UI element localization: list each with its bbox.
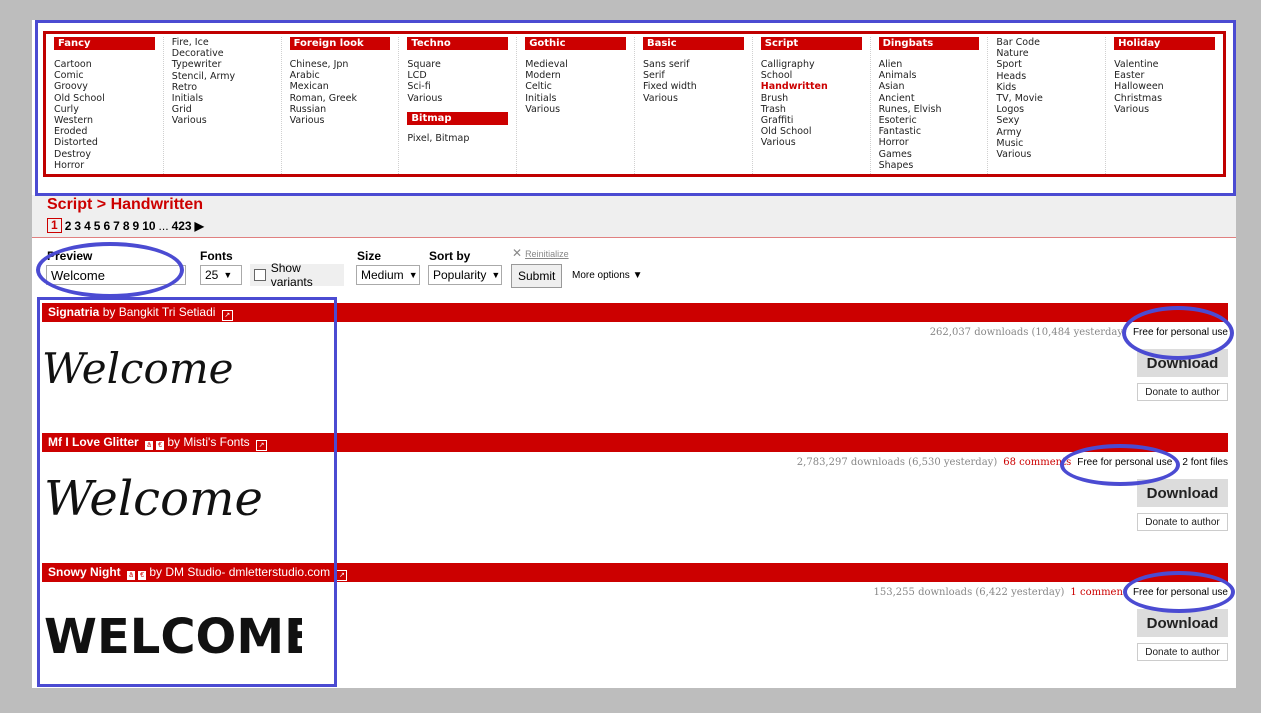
sort-label: Sort by: [429, 249, 471, 263]
sort-select-value: Popularity: [433, 268, 487, 282]
more-options-link[interactable]: More options ▼: [572, 270, 643, 281]
annotation-box-samples: [37, 297, 337, 687]
dropdown-triangle-icon: ▼: [491, 270, 501, 280]
size-select-value: Medium: [361, 268, 404, 282]
download-button[interactable]: Download: [1137, 479, 1228, 507]
page-link[interactable]: 6: [103, 219, 110, 233]
page-current: 1: [47, 218, 62, 233]
donate-button[interactable]: Donate to author: [1137, 643, 1228, 661]
download-count: 2,783,297 downloads (6,530 yesterday): [796, 457, 998, 468]
page-link[interactable]: 9: [133, 219, 140, 233]
page-link[interactable]: 7: [113, 219, 120, 233]
fonts-label: Fonts: [200, 249, 233, 263]
comments-link[interactable]: 1 comment: [1070, 587, 1127, 598]
page-link-last[interactable]: 423: [172, 219, 192, 233]
reinitialize-label: Reinitialize: [525, 249, 569, 259]
page-ellipsis: ...: [158, 218, 169, 233]
donate-button[interactable]: Donate to author: [1137, 383, 1228, 401]
page-link[interactable]: 4: [84, 219, 91, 233]
next-page-icon[interactable]: ▶: [195, 219, 204, 233]
sort-select[interactable]: Popularity ▼: [428, 265, 502, 285]
page-link[interactable]: 3: [74, 219, 81, 233]
pagination: 1 2 3 4 5 6 7 8 9 10 ... 423 ▶: [47, 218, 204, 233]
font-files-count: - 2 font files: [1176, 457, 1228, 468]
annotation-oval-license: [1123, 571, 1235, 613]
close-icon: ✕: [512, 246, 523, 260]
page-link[interactable]: 10: [142, 219, 155, 233]
fonts-select[interactable]: 25 ▼: [200, 265, 242, 285]
size-select[interactable]: Medium ▼: [356, 265, 420, 285]
show-variants-toggle[interactable]: Show variants: [250, 261, 344, 289]
download-button[interactable]: Download: [1137, 609, 1228, 637]
submit-button[interactable]: Submit: [511, 264, 563, 288]
reinitialize-link[interactable]: ✕ Reinitialize: [512, 246, 569, 260]
donate-button[interactable]: Donate to author: [1137, 513, 1228, 531]
page-title: Script > Handwritten: [47, 196, 204, 213]
annotation-oval-license: [1122, 306, 1234, 360]
page-link[interactable]: 5: [94, 219, 101, 233]
more-options-label: More options: [572, 270, 630, 281]
show-variants-checkbox[interactable]: [254, 269, 266, 281]
fonts-select-value: 25: [205, 268, 219, 282]
download-count: 153,255 downloads (6,422 yesterday): [873, 587, 1065, 598]
show-variants-label: Show variants: [270, 261, 313, 289]
dropdown-triangle-icon: ▼: [223, 270, 233, 280]
download-count: 262,037 downloads (10,484 yesterday): [929, 327, 1127, 338]
page-link[interactable]: 8: [123, 219, 130, 233]
external-link-icon[interactable]: ↗: [336, 570, 348, 581]
annotation-oval-license: [1060, 444, 1180, 486]
dropdown-triangle-icon: ▼: [408, 270, 418, 280]
page-link[interactable]: 2: [65, 219, 72, 233]
annotation-box-menu: [35, 20, 1236, 196]
size-label: Size: [357, 249, 382, 263]
dropdown-triangle-icon: ▼: [632, 270, 643, 281]
annotation-oval-preview: [36, 242, 184, 298]
title-band: [32, 195, 1236, 238]
